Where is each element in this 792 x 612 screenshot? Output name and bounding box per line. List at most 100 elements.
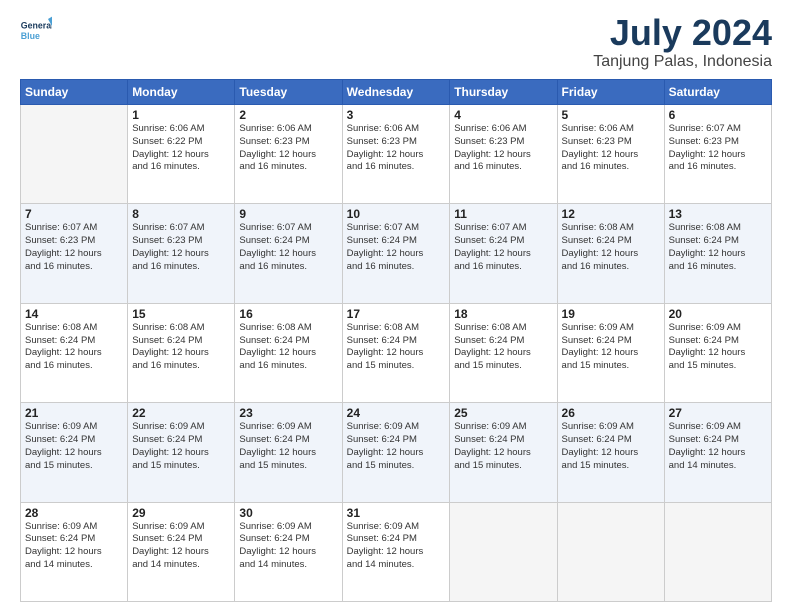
col-header-thursday: Thursday bbox=[450, 80, 557, 105]
day-number: 29 bbox=[132, 506, 230, 520]
day-number: 8 bbox=[132, 207, 230, 221]
week-row-1: 1Sunrise: 6:06 AM Sunset: 6:22 PM Daylig… bbox=[21, 105, 772, 204]
day-info: Sunrise: 6:07 AM Sunset: 6:23 PM Dayligh… bbox=[132, 222, 230, 273]
calendar-cell bbox=[450, 502, 557, 601]
calendar-cell: 6Sunrise: 6:07 AM Sunset: 6:23 PM Daylig… bbox=[664, 105, 771, 204]
col-header-wednesday: Wednesday bbox=[342, 80, 450, 105]
calendar-cell: 19Sunrise: 6:09 AM Sunset: 6:24 PM Dayli… bbox=[557, 303, 664, 402]
day-number: 24 bbox=[347, 406, 446, 420]
calendar-cell: 14Sunrise: 6:08 AM Sunset: 6:24 PM Dayli… bbox=[21, 303, 128, 402]
day-number: 16 bbox=[239, 307, 337, 321]
day-info: Sunrise: 6:07 AM Sunset: 6:24 PM Dayligh… bbox=[239, 222, 337, 273]
week-row-2: 7Sunrise: 6:07 AM Sunset: 6:23 PM Daylig… bbox=[21, 204, 772, 303]
header: General Blue July 2024 Tanjung Palas, In… bbox=[20, 15, 772, 71]
day-info: Sunrise: 6:09 AM Sunset: 6:24 PM Dayligh… bbox=[347, 421, 446, 472]
col-header-tuesday: Tuesday bbox=[235, 80, 342, 105]
svg-text:General: General bbox=[21, 21, 52, 31]
calendar-cell bbox=[664, 502, 771, 601]
day-number: 2 bbox=[239, 108, 337, 122]
day-number: 27 bbox=[669, 406, 767, 420]
day-info: Sunrise: 6:07 AM Sunset: 6:23 PM Dayligh… bbox=[25, 222, 123, 273]
day-info: Sunrise: 6:09 AM Sunset: 6:24 PM Dayligh… bbox=[25, 521, 123, 572]
calendar-cell: 27Sunrise: 6:09 AM Sunset: 6:24 PM Dayli… bbox=[664, 403, 771, 502]
day-number: 14 bbox=[25, 307, 123, 321]
day-number: 25 bbox=[454, 406, 552, 420]
col-header-sunday: Sunday bbox=[21, 80, 128, 105]
svg-text:Blue: Blue bbox=[21, 31, 40, 41]
calendar-cell: 28Sunrise: 6:09 AM Sunset: 6:24 PM Dayli… bbox=[21, 502, 128, 601]
calendar-cell: 20Sunrise: 6:09 AM Sunset: 6:24 PM Dayli… bbox=[664, 303, 771, 402]
day-number: 12 bbox=[562, 207, 660, 221]
col-header-saturday: Saturday bbox=[664, 80, 771, 105]
day-info: Sunrise: 6:06 AM Sunset: 6:23 PM Dayligh… bbox=[239, 123, 337, 174]
day-number: 1 bbox=[132, 108, 230, 122]
day-number: 22 bbox=[132, 406, 230, 420]
calendar-cell: 11Sunrise: 6:07 AM Sunset: 6:24 PM Dayli… bbox=[450, 204, 557, 303]
day-number: 31 bbox=[347, 506, 446, 520]
col-header-friday: Friday bbox=[557, 80, 664, 105]
day-number: 30 bbox=[239, 506, 337, 520]
calendar-cell: 24Sunrise: 6:09 AM Sunset: 6:24 PM Dayli… bbox=[342, 403, 450, 502]
day-info: Sunrise: 6:06 AM Sunset: 6:23 PM Dayligh… bbox=[562, 123, 660, 174]
day-number: 18 bbox=[454, 307, 552, 321]
day-info: Sunrise: 6:08 AM Sunset: 6:24 PM Dayligh… bbox=[132, 322, 230, 373]
calendar-cell: 15Sunrise: 6:08 AM Sunset: 6:24 PM Dayli… bbox=[128, 303, 235, 402]
calendar-cell: 21Sunrise: 6:09 AM Sunset: 6:24 PM Dayli… bbox=[21, 403, 128, 502]
col-header-monday: Monday bbox=[128, 80, 235, 105]
day-number: 5 bbox=[562, 108, 660, 122]
week-row-5: 28Sunrise: 6:09 AM Sunset: 6:24 PM Dayli… bbox=[21, 502, 772, 601]
day-info: Sunrise: 6:07 AM Sunset: 6:24 PM Dayligh… bbox=[454, 222, 552, 273]
calendar-cell: 18Sunrise: 6:08 AM Sunset: 6:24 PM Dayli… bbox=[450, 303, 557, 402]
day-info: Sunrise: 6:09 AM Sunset: 6:24 PM Dayligh… bbox=[669, 322, 767, 373]
calendar-cell: 7Sunrise: 6:07 AM Sunset: 6:23 PM Daylig… bbox=[21, 204, 128, 303]
calendar-cell: 8Sunrise: 6:07 AM Sunset: 6:23 PM Daylig… bbox=[128, 204, 235, 303]
day-info: Sunrise: 6:09 AM Sunset: 6:24 PM Dayligh… bbox=[25, 421, 123, 472]
calendar-cell: 3Sunrise: 6:06 AM Sunset: 6:23 PM Daylig… bbox=[342, 105, 450, 204]
calendar-cell: 5Sunrise: 6:06 AM Sunset: 6:23 PM Daylig… bbox=[557, 105, 664, 204]
day-info: Sunrise: 6:09 AM Sunset: 6:24 PM Dayligh… bbox=[239, 521, 337, 572]
calendar-cell: 26Sunrise: 6:09 AM Sunset: 6:24 PM Dayli… bbox=[557, 403, 664, 502]
day-info: Sunrise: 6:08 AM Sunset: 6:24 PM Dayligh… bbox=[347, 322, 446, 373]
calendar-cell bbox=[21, 105, 128, 204]
calendar-cell: 23Sunrise: 6:09 AM Sunset: 6:24 PM Dayli… bbox=[235, 403, 342, 502]
day-number: 10 bbox=[347, 207, 446, 221]
day-number: 7 bbox=[25, 207, 123, 221]
day-number: 23 bbox=[239, 406, 337, 420]
calendar-cell: 17Sunrise: 6:08 AM Sunset: 6:24 PM Dayli… bbox=[342, 303, 450, 402]
day-number: 13 bbox=[669, 207, 767, 221]
calendar-cell: 4Sunrise: 6:06 AM Sunset: 6:23 PM Daylig… bbox=[450, 105, 557, 204]
main-title: July 2024 bbox=[593, 15, 772, 51]
week-row-4: 21Sunrise: 6:09 AM Sunset: 6:24 PM Dayli… bbox=[21, 403, 772, 502]
day-info: Sunrise: 6:09 AM Sunset: 6:24 PM Dayligh… bbox=[454, 421, 552, 472]
calendar-cell: 12Sunrise: 6:08 AM Sunset: 6:24 PM Dayli… bbox=[557, 204, 664, 303]
day-info: Sunrise: 6:06 AM Sunset: 6:23 PM Dayligh… bbox=[347, 123, 446, 174]
title-area: July 2024 Tanjung Palas, Indonesia bbox=[593, 15, 772, 71]
day-info: Sunrise: 6:09 AM Sunset: 6:24 PM Dayligh… bbox=[347, 521, 446, 572]
day-number: 28 bbox=[25, 506, 123, 520]
day-info: Sunrise: 6:07 AM Sunset: 6:23 PM Dayligh… bbox=[669, 123, 767, 174]
logo: General Blue bbox=[20, 15, 52, 47]
calendar-cell bbox=[557, 502, 664, 601]
day-number: 3 bbox=[347, 108, 446, 122]
day-info: Sunrise: 6:06 AM Sunset: 6:23 PM Dayligh… bbox=[454, 123, 552, 174]
day-info: Sunrise: 6:08 AM Sunset: 6:24 PM Dayligh… bbox=[25, 322, 123, 373]
day-number: 11 bbox=[454, 207, 552, 221]
day-info: Sunrise: 6:07 AM Sunset: 6:24 PM Dayligh… bbox=[347, 222, 446, 273]
calendar-cell: 25Sunrise: 6:09 AM Sunset: 6:24 PM Dayli… bbox=[450, 403, 557, 502]
calendar-cell: 1Sunrise: 6:06 AM Sunset: 6:22 PM Daylig… bbox=[128, 105, 235, 204]
day-number: 21 bbox=[25, 406, 123, 420]
day-info: Sunrise: 6:09 AM Sunset: 6:24 PM Dayligh… bbox=[562, 421, 660, 472]
calendar-table: SundayMondayTuesdayWednesdayThursdayFrid… bbox=[20, 79, 772, 602]
day-info: Sunrise: 6:09 AM Sunset: 6:24 PM Dayligh… bbox=[669, 421, 767, 472]
logo-icon: General Blue bbox=[20, 15, 52, 47]
calendar-cell: 2Sunrise: 6:06 AM Sunset: 6:23 PM Daylig… bbox=[235, 105, 342, 204]
day-info: Sunrise: 6:09 AM Sunset: 6:24 PM Dayligh… bbox=[562, 322, 660, 373]
subtitle: Tanjung Palas, Indonesia bbox=[593, 53, 772, 71]
day-info: Sunrise: 6:08 AM Sunset: 6:24 PM Dayligh… bbox=[239, 322, 337, 373]
day-info: Sunrise: 6:08 AM Sunset: 6:24 PM Dayligh… bbox=[454, 322, 552, 373]
calendar-header-row: SundayMondayTuesdayWednesdayThursdayFrid… bbox=[21, 80, 772, 105]
calendar-cell: 30Sunrise: 6:09 AM Sunset: 6:24 PM Dayli… bbox=[235, 502, 342, 601]
day-info: Sunrise: 6:08 AM Sunset: 6:24 PM Dayligh… bbox=[562, 222, 660, 273]
day-info: Sunrise: 6:08 AM Sunset: 6:24 PM Dayligh… bbox=[669, 222, 767, 273]
calendar-cell: 10Sunrise: 6:07 AM Sunset: 6:24 PM Dayli… bbox=[342, 204, 450, 303]
